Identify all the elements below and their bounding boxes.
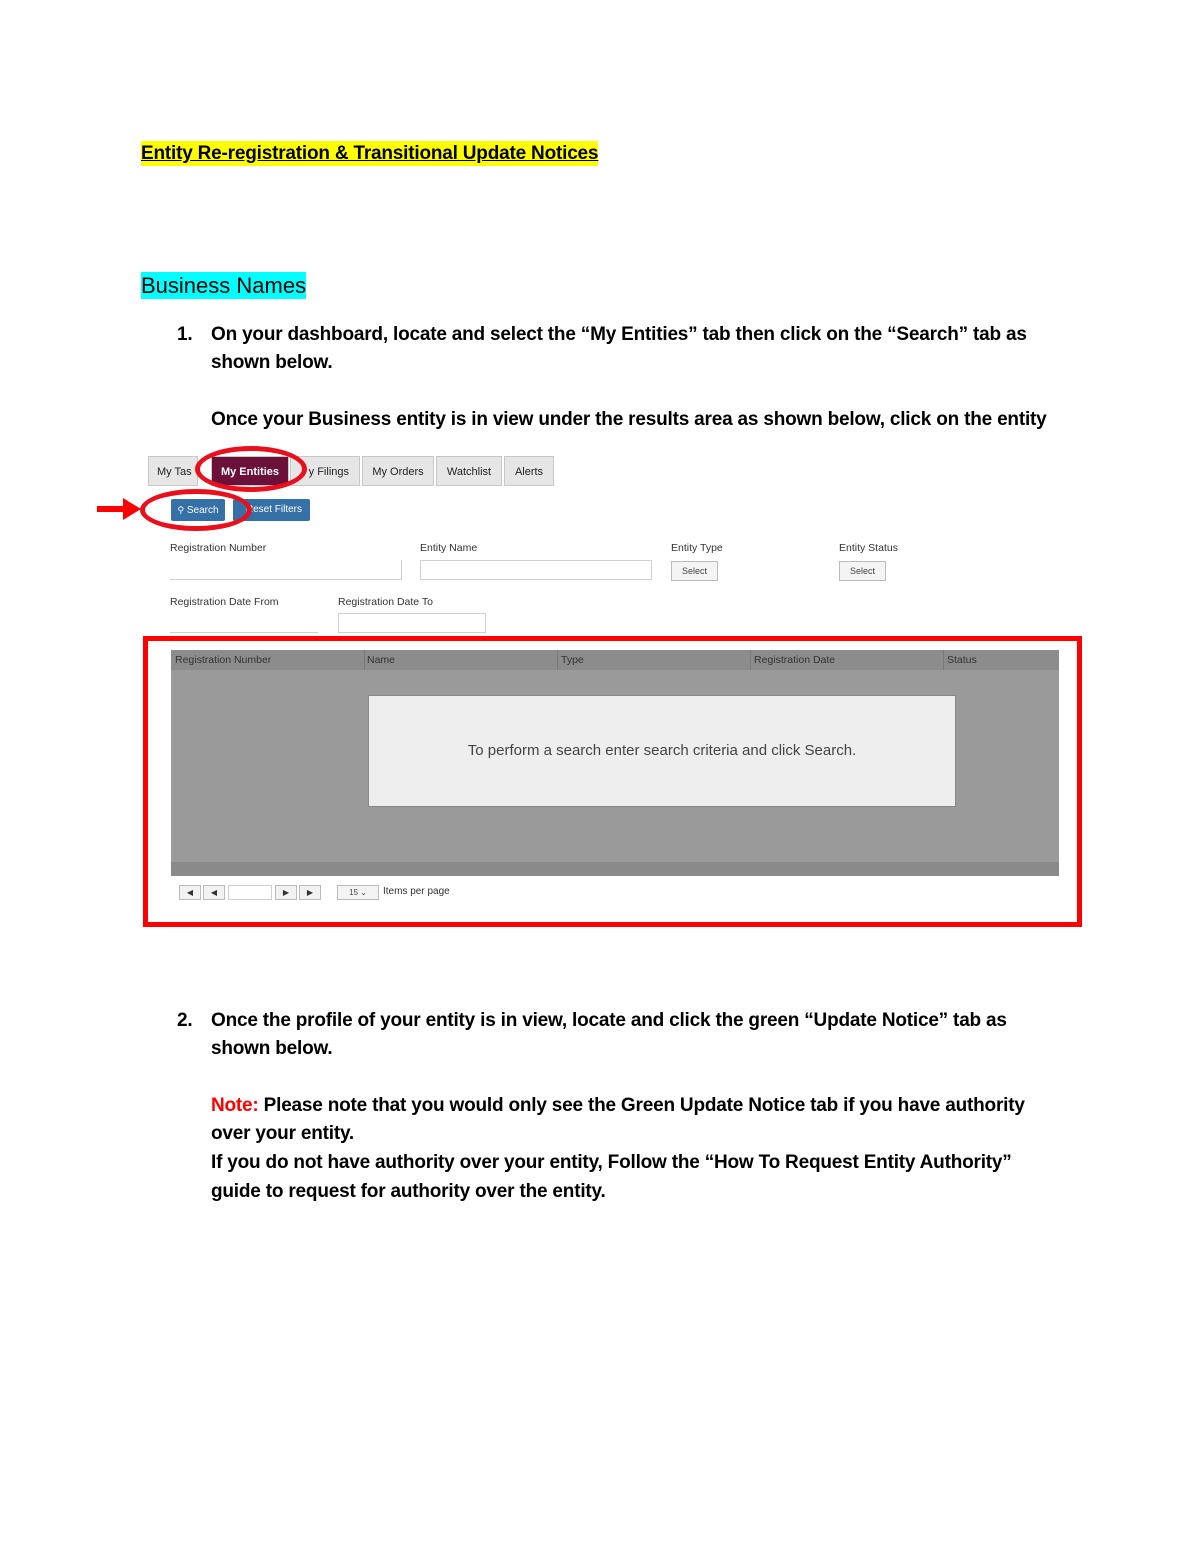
tab-my-orders[interactable]: My Orders	[362, 456, 434, 486]
step1-line2: shown below.	[211, 352, 333, 373]
step2-number: 2.	[177, 1010, 193, 1031]
tab-watchlist[interactable]: Watchlist	[436, 456, 502, 486]
entity-type-label: Entity Type	[671, 542, 723, 554]
step2-line4: guide to request for authority over the …	[211, 1181, 606, 1202]
step2-line3: If you do not have authority over your e…	[211, 1152, 1012, 1173]
entity-type-select[interactable]: Select	[671, 561, 718, 581]
my-entities-highlight-circle	[195, 446, 307, 492]
results-area-highlight	[143, 636, 1082, 927]
reg-date-from-label: Registration Date From	[170, 596, 279, 608]
step2-line1: Once the profile of your entity is in vi…	[211, 1010, 1007, 1031]
step1-line3: Once your Business entity is in view und…	[211, 409, 1047, 430]
note-text: Please note that you would only see the …	[258, 1095, 1025, 1116]
entity-name-label: Entity Name	[420, 542, 478, 554]
tab-my-tasks[interactable]: My Tas	[148, 456, 198, 486]
section-heading: Business Names	[141, 272, 307, 299]
registration-number-label: Registration Number	[170, 542, 267, 554]
document-title: Entity Re-registration & Transitional Up…	[141, 141, 599, 166]
entity-status-label: Entity Status	[839, 542, 898, 554]
entity-name-input[interactable]	[420, 560, 652, 580]
arrow-right-icon	[97, 498, 141, 520]
step1-line1: On your dashboard, locate and select the…	[211, 324, 1027, 345]
step2-note-line2: over your entity.	[211, 1123, 355, 1144]
step1-number: 1.	[177, 324, 193, 345]
search-highlight-circle	[140, 489, 252, 531]
registration-number-input[interactable]	[170, 560, 402, 580]
reg-date-from-input[interactable]	[170, 613, 318, 633]
reg-date-to-input[interactable]	[338, 613, 486, 633]
note-label: Note:	[211, 1095, 259, 1116]
entity-status-select[interactable]: Select	[839, 561, 886, 581]
step2-line2: shown below.	[211, 1038, 333, 1059]
reg-date-to-label: Registration Date To	[338, 596, 433, 608]
tab-alerts[interactable]: Alerts	[504, 456, 554, 486]
step2-note: Note: Please note that you would only se…	[211, 1095, 1071, 1117]
